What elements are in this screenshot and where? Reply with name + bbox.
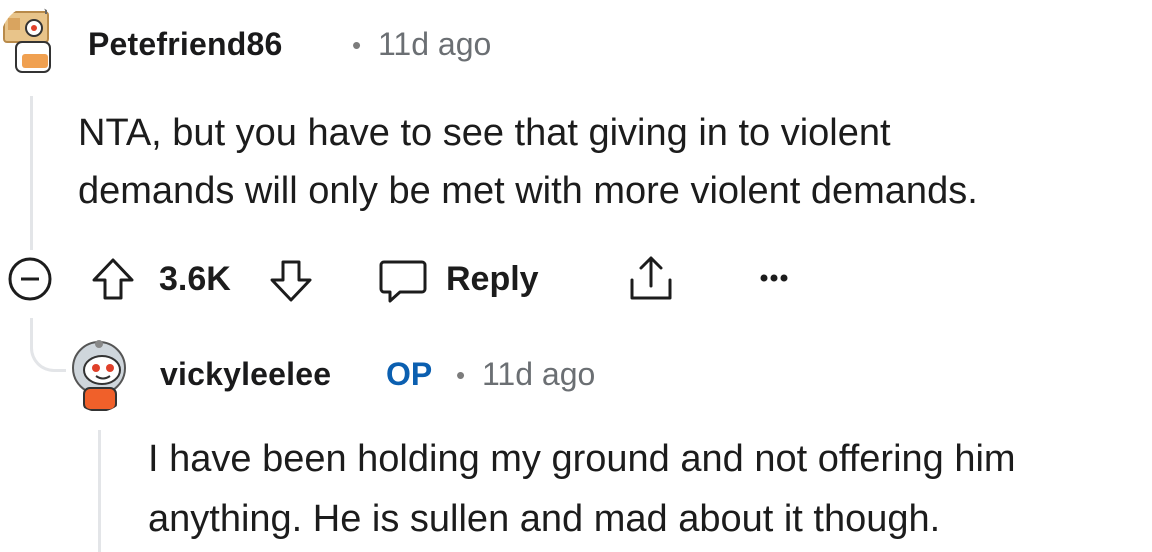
meta-separator: • (456, 360, 466, 390)
comment-bubble-icon (378, 256, 428, 304)
op-badge: OP (386, 356, 433, 392)
collapse-icon[interactable] (7, 256, 53, 302)
thread-line[interactable] (98, 430, 101, 552)
reply-button[interactable]: Reply (378, 254, 548, 306)
meta-separator: • (352, 30, 362, 60)
snoo-astronaut-avatar-icon (72, 340, 126, 411)
user-avatar[interactable] (0, 6, 64, 78)
comment-body-line: NTA, but you have to see that giving in … (78, 112, 891, 154)
vote-count: 3.6K (159, 260, 231, 298)
comment-timestamp[interactable]: 11d ago (482, 356, 595, 393)
user-avatar[interactable] (66, 338, 132, 412)
snoo-box-avatar-icon (3, 6, 51, 73)
share-icon[interactable] (626, 254, 676, 304)
comment-body-line: demands will only be met with more viole… (78, 170, 978, 212)
reply-label: Reply (446, 260, 539, 298)
comment-username[interactable]: vickyleelee (160, 356, 331, 393)
upvote-icon[interactable] (90, 256, 136, 302)
thread-line[interactable] (30, 96, 33, 250)
thread-connector (30, 318, 66, 372)
downvote-icon[interactable] (268, 258, 314, 304)
more-options-icon[interactable] (754, 268, 794, 288)
comment-body-line: anything. He is sullen and mad about it … (148, 498, 941, 540)
comment-username[interactable]: Petefriend86 (88, 26, 282, 63)
comment-timestamp[interactable]: 11d ago (378, 26, 491, 63)
comment-body-line: I have been holding my ground and not of… (148, 438, 1016, 480)
